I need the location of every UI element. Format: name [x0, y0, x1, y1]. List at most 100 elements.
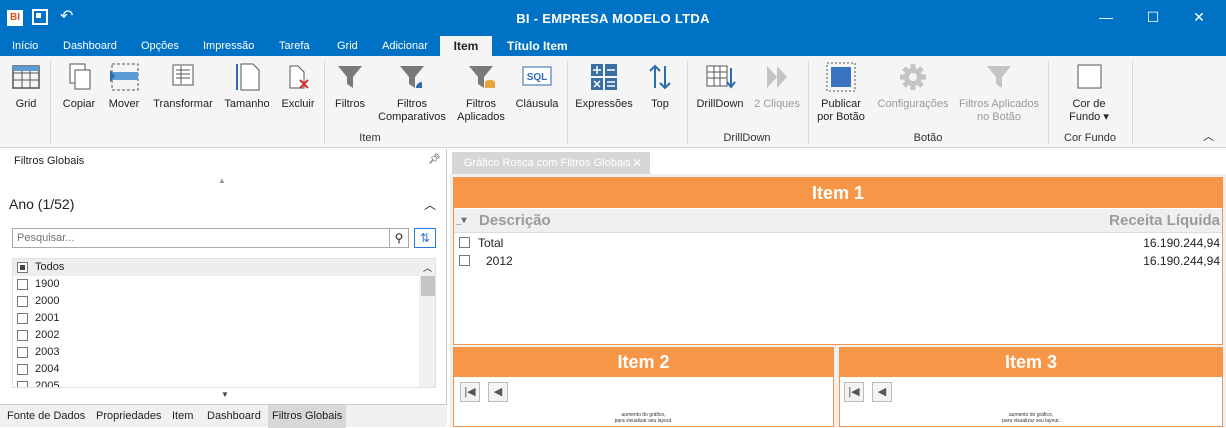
checkbox[interactable]	[17, 262, 28, 273]
close-icon[interactable]: ✕	[632, 152, 642, 174]
item-card[interactable]: Item 2 |◀ ◀ aumento do gráfico, para visu…	[453, 347, 834, 427]
button-applied-filters-button[interactable]: Filtros Aplicados no Botão	[957, 60, 1041, 124]
list-item[interactable]: 2004	[13, 361, 419, 378]
filters-button[interactable]: Filtros	[330, 60, 370, 111]
checkbox[interactable]	[17, 296, 28, 307]
search-input[interactable]	[12, 228, 390, 248]
list-item[interactable]: 2003	[13, 344, 419, 361]
card-title: Item 3	[840, 348, 1222, 377]
chevron-up-icon[interactable]: ︿	[423, 261, 432, 274]
drilldown-button[interactable]: DrillDown	[694, 60, 746, 111]
separator	[567, 60, 568, 144]
tab-item[interactable]: Item	[440, 36, 492, 56]
year-list: Todos 1900 2000 2001 2002 2003 2004 2005…	[12, 258, 436, 388]
comparative-filters-button[interactable]: Filtros Comparativos	[377, 60, 447, 124]
previous-button[interactable]: ◀	[488, 382, 508, 402]
search-icon[interactable]: ⚲	[389, 228, 409, 248]
checkbox[interactable]	[17, 347, 28, 358]
applied-filters-button[interactable]: Filtros Aplicados	[455, 60, 507, 124]
checkbox[interactable]	[17, 381, 28, 387]
checkbox[interactable]	[17, 364, 28, 375]
first-page-button[interactable]: |◀	[460, 382, 480, 402]
double-click-button[interactable]: 2 Cliques	[752, 60, 802, 111]
background-color-button[interactable]: Cor de Fundo ▾	[1058, 60, 1120, 124]
copy-button[interactable]: Copiar	[60, 60, 98, 111]
minimize-button[interactable]: —	[1096, 9, 1116, 25]
transform-icon	[167, 60, 199, 94]
clause-button[interactable]: SQL Cláusula	[514, 60, 560, 111]
list-item[interactable]: 2000	[13, 293, 419, 310]
tab-opcoes[interactable]: Opções	[141, 36, 179, 56]
delete-button[interactable]: Excluir	[279, 60, 317, 111]
chevron-up-icon[interactable]: ︿	[424, 196, 436, 213]
document-tabs: Gráfico Rosca com Filtros Globais ✕	[448, 149, 1226, 174]
checkbox[interactable]	[459, 237, 470, 248]
item-card[interactable]: Item 1 _▾ Descrição Receita Líquida Tota…	[453, 177, 1223, 345]
checkbox[interactable]	[17, 330, 28, 341]
tab-grid[interactable]: Grid	[337, 36, 358, 56]
tab-tarefa[interactable]: Tarefa	[279, 36, 310, 56]
maximize-button[interactable]: ☐	[1143, 9, 1163, 26]
sql-label: SQL	[527, 72, 548, 83]
checkbox[interactable]	[17, 279, 28, 290]
expressions-button[interactable]: Expressões	[573, 60, 635, 111]
tab-dashboard-props[interactable]: Dashboard	[203, 405, 265, 428]
list-item[interactable]: 2002	[13, 327, 419, 344]
tab-titulo-item[interactable]: Título Item	[507, 36, 568, 56]
tab-fonte-de-dados[interactable]: Fonte de Dados	[3, 405, 89, 428]
list-item[interactable]: 2005	[13, 378, 419, 387]
double-arrow-icon	[761, 60, 793, 94]
top-button[interactable]: Top	[644, 60, 676, 111]
filter-button-icon	[983, 60, 1015, 94]
tab-impressao[interactable]: Impressão	[203, 36, 254, 56]
tab-dashboard[interactable]: Dashboard	[63, 36, 117, 56]
tab-inicio[interactable]: Início	[12, 36, 38, 56]
scrollbar[interactable]: ︿	[419, 259, 435, 387]
calculator-icon	[588, 60, 620, 94]
group-label-cor-fundo: Cor Fundo	[1064, 132, 1116, 144]
group-label-item: Item	[359, 132, 381, 144]
item-card[interactable]: Item 3 |◀ ◀ aumento do gráfico, para visu…	[839, 347, 1223, 427]
separator	[1048, 60, 1049, 144]
column-header-description[interactable]: Descrição	[479, 209, 551, 233]
pin-icon[interactable]: 📌︎	[428, 154, 441, 165]
drilldown-icon	[704, 60, 736, 94]
scroll-down-icon[interactable]: ▼	[221, 390, 229, 399]
tab-adicionar[interactable]: Adicionar	[382, 36, 428, 56]
sort-toggle-button[interactable]: ⇅	[414, 228, 436, 248]
collapse-arrow-icon[interactable]: _▾	[456, 209, 467, 233]
tab-item-props[interactable]: Item	[168, 405, 197, 428]
checkbox[interactable]	[459, 255, 470, 266]
tab-propriedades[interactable]: Propriedades	[92, 405, 165, 428]
list-item[interactable]: 2001	[13, 310, 419, 327]
separator	[687, 60, 688, 144]
checkbox[interactable]	[17, 313, 28, 324]
list-item[interactable]: Todos	[13, 259, 419, 276]
document-tab[interactable]: Gráfico Rosca com Filtros Globais ✕	[452, 152, 650, 174]
first-page-button[interactable]: |◀	[844, 382, 864, 402]
sql-icon: SQL	[521, 60, 553, 94]
group-label-botao: Botão	[913, 132, 943, 144]
grid-button[interactable]: Grid	[8, 60, 44, 111]
table-row[interactable]: 2012 16.190.244,94	[454, 252, 1222, 270]
scroll-up-icon[interactable]: ▲	[218, 176, 226, 185]
list-item[interactable]: 1900	[13, 276, 419, 293]
close-button[interactable]: ✕	[1189, 9, 1209, 26]
group-label-drilldown: DrillDown	[723, 132, 771, 144]
filter-compare-icon	[396, 60, 428, 94]
size-button[interactable]: Tamanho	[222, 60, 272, 111]
publish-button[interactable]: Publicar por Botão	[814, 60, 868, 124]
column-header-value[interactable]: Receita Líquida	[1109, 209, 1220, 233]
scrollbar-thumb[interactable]	[421, 276, 435, 296]
table-row[interactable]: Total 16.190.244,94	[454, 234, 1222, 252]
move-button[interactable]: Mover	[105, 60, 143, 111]
tab-filtros-globais[interactable]: Filtros Globais	[268, 405, 347, 428]
ribbon: Grid Copiar Mover Transformar Tamanho Ex…	[0, 56, 1226, 148]
transform-button[interactable]: Transformar	[151, 60, 215, 111]
collapse-ribbon-icon[interactable]: ︿	[1203, 128, 1214, 144]
settings-button[interactable]: Configurações	[876, 60, 950, 111]
previous-button[interactable]: ◀	[872, 382, 892, 402]
publish-icon	[825, 60, 857, 94]
delete-icon	[282, 60, 314, 94]
title-bar: BI ↶ BI - EMPRESA MODELO LTDA — ☐ ✕	[0, 0, 1226, 36]
